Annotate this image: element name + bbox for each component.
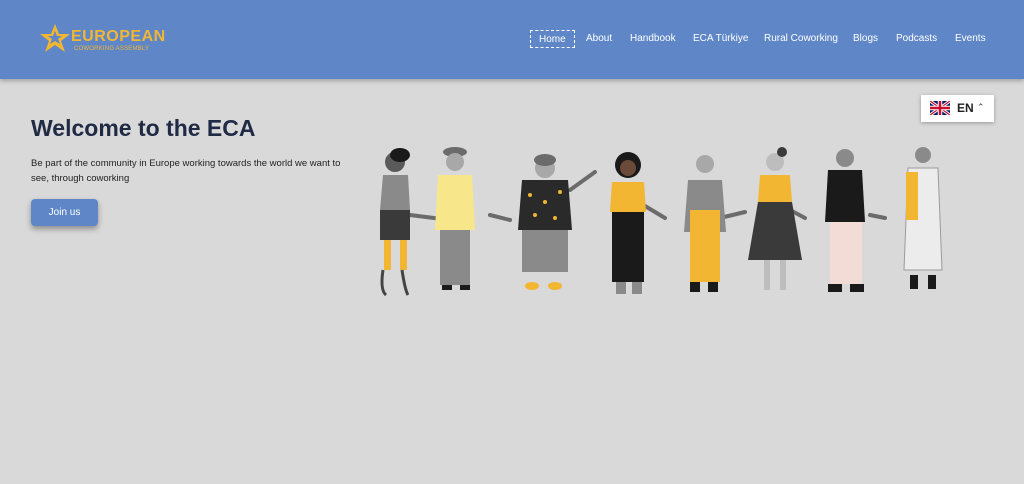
person-figure: [684, 155, 726, 292]
uk-flag-icon: [930, 101, 950, 115]
nav-handbook[interactable]: Handbook: [630, 30, 676, 48]
hero-description: Be part of the community in Europe worki…: [31, 158, 341, 184]
nav-about[interactable]: About: [586, 30, 612, 48]
main-nav: Home About Handbook ECA Türkiye Rural Co…: [0, 30, 1024, 50]
hero-title: Welcome to the ECA: [31, 115, 256, 141]
person-figure: [825, 149, 865, 292]
person-figure: [903, 147, 943, 289]
nav-home[interactable]: Home: [530, 30, 575, 48]
nav-blogs[interactable]: Blogs: [853, 30, 878, 48]
language-label: EN: [957, 101, 974, 115]
join-us-button[interactable]: Join us: [31, 199, 98, 226]
person-figure: [435, 147, 475, 290]
person-figure: [518, 154, 572, 290]
nav-podcasts[interactable]: Podcasts: [896, 30, 937, 48]
community-illustration: [380, 147, 943, 297]
language-selector[interactable]: EN ⌃: [921, 95, 994, 122]
nav-eca-turkiye[interactable]: ECA Türkiye: [693, 30, 748, 48]
person-figure: [748, 147, 802, 290]
person-figure: [610, 152, 646, 294]
nav-events[interactable]: Events: [955, 30, 986, 48]
chevron-up-icon: ⌃: [977, 102, 985, 112]
person-figure: [380, 148, 410, 297]
nav-rural-coworking[interactable]: Rural Coworking: [764, 30, 838, 48]
site-header: EUROPEAN COWORKING ASSEMBLY Home About H…: [0, 0, 1024, 79]
